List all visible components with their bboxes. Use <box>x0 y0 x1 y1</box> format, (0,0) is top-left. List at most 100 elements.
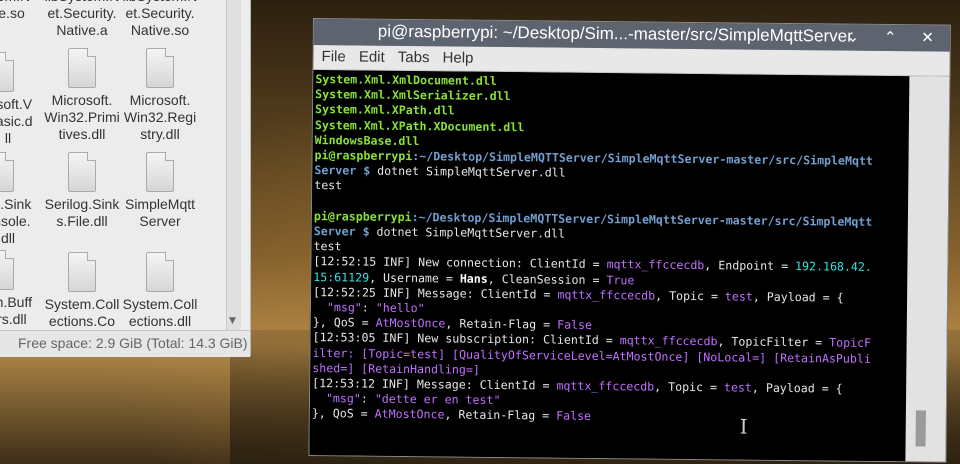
file-label: Serilog.Sink s.File.dll <box>44 196 120 229</box>
file-item[interactable]: em.Buff ers.dll <box>0 250 48 328</box>
menu-file[interactable]: File <box>322 48 346 65</box>
log-text: [12:53:12 INF] Message: ClientId = <box>312 376 557 393</box>
log-text: , Topic = <box>655 288 726 304</box>
file-item[interactable]: System.Coll ections.dll <box>120 252 200 330</box>
log-text: , Payload = { <box>751 380 843 396</box>
command: dotnet SimpleMqttServer.dll <box>370 163 566 180</box>
log-text: , Topic = <box>654 379 725 395</box>
log-value: 192.168.42. <box>795 259 872 275</box>
file-label: System.Coll ections.Co <box>44 296 120 329</box>
prompt-user: pi@raspberrypi <box>314 148 413 164</box>
file-item[interactable]: rosoft.V lBasic.d ll <box>0 52 48 147</box>
output-line: System.Xml.XmlSerializer.dll <box>315 87 511 104</box>
scrollbar-thumb[interactable] <box>915 410 926 447</box>
file-label: rosoft.V lBasic.d ll <box>0 96 33 146</box>
file-grid: stem.N ve.so libSystem.N et.Security. Na… <box>0 0 226 330</box>
terminal-window: pi@raspberrypi: ~/Desktop/Sim...-master/… <box>308 18 951 463</box>
output-line: test <box>313 239 342 254</box>
dll-file-icon <box>68 48 96 88</box>
log-text: : <box>360 391 375 406</box>
file-label: System.Coll ections.dll <box>122 296 198 329</box>
log-text: }, QoS = <box>312 315 376 330</box>
file-label: em.Buff ers.dll <box>0 294 32 327</box>
dll-file-icon <box>68 152 96 192</box>
scroll-down-arrow-icon[interactable]: ▼ <box>229 316 236 326</box>
dll-file-icon <box>146 252 174 292</box>
file-label: libSystem.N et.Security. Native.so <box>123 0 198 38</box>
dll-file-icon <box>0 152 14 192</box>
prompt-path: Server $ <box>314 163 371 178</box>
log-value: mqttx_ffccecdb <box>619 333 718 349</box>
status-bar: Free space: 2.9 GiB (Total: 14.3 GiB) <box>0 330 250 357</box>
menu-edit[interactable]: Edit <box>359 48 385 65</box>
file-manager-scrollbar[interactable]: ▼ <box>226 0 241 330</box>
log-value: mqttx_ffccecdb <box>606 257 705 273</box>
file-item[interactable]: SimpleMqtt Server <box>120 152 200 230</box>
output-line: System.Xml.XPath.dll <box>314 102 455 118</box>
log-text: , Username = <box>369 270 460 286</box>
log-value: shed=] [RetainHandling=] <box>312 360 480 377</box>
log-value: "hello" <box>375 300 425 316</box>
log-value: mqttx_ffccecdb <box>557 287 656 303</box>
output-line: System.Xml.XmlDocument.dll <box>315 72 497 88</box>
file-manager-window: stem.N ve.so libSystem.N et.Security. Na… <box>0 0 251 357</box>
log-value: False <box>557 317 593 333</box>
file-label: stem.N ve.so <box>0 0 30 21</box>
file-label: libSystem.N et.Security. Native.a <box>45 0 120 38</box>
terminal-scrollbar[interactable] <box>905 76 950 462</box>
dll-file-icon <box>0 250 14 290</box>
log-value: test <box>724 289 753 304</box>
file-label: Microsoft. Win32.Regi stry.dll <box>123 92 197 142</box>
log-text: , TopicFilter = <box>717 334 830 350</box>
file-item[interactable]: libSystem.N et.Security. Native.a <box>42 0 122 39</box>
menu-tabs[interactable]: Tabs <box>398 49 430 66</box>
log-text: [12:53:05 INF] New subscription: ClientI… <box>312 330 620 348</box>
log-value: "msg" <box>312 300 362 315</box>
log-value: True <box>606 272 635 288</box>
log-text: , CleanSession = <box>487 271 607 287</box>
command: dotnet SimpleMqttServer.dll <box>369 224 566 241</box>
log-value: "dette er en test" <box>374 391 501 408</box>
dll-file-icon <box>0 52 14 92</box>
log-text: [12:52:25 INF] Message: ClientId = <box>313 284 558 302</box>
output-line: System.Xml.XPath.XDocument.dll <box>314 117 525 134</box>
file-item[interactable]: stem.N ve.so <box>0 0 48 22</box>
window-title: pi@raspberrypi: ~/Desktop/Sim...-master/… <box>377 21 853 46</box>
log-value: AtMostOnce <box>374 407 445 422</box>
free-space-label: Free space: 2.9 GiB (Total: 14.3 GiB) <box>18 335 248 351</box>
window-controls[interactable]: ⌄ ⌃ ✕ <box>846 28 943 47</box>
prompt-path: Server $ <box>313 224 370 239</box>
terminal-text: System.Xml.XmlDocument.dll System.Xml.Xm… <box>312 72 874 428</box>
output-line: test <box>314 178 343 193</box>
file-item[interactable]: Microsoft. Win32.Regi stry.dll <box>120 48 200 143</box>
log-text: , Endpoint = <box>704 258 796 274</box>
log-value: AtMostOnce <box>375 315 446 331</box>
log-value: mqttx_ffccecdb <box>556 378 655 394</box>
log-text: , Payload = { <box>752 289 844 305</box>
file-item[interactable]: libSystem.N et.Security. Native.so <box>120 0 200 39</box>
log-value: Hans <box>459 271 488 286</box>
output-line: WindowsBase.dll <box>314 132 420 148</box>
log-text: [12:52:15 INF] New connection: ClientId … <box>313 254 607 272</box>
file-label: SimpleMqtt Server <box>124 196 196 229</box>
prompt-user: pi@raspberrypi <box>313 208 412 224</box>
log-value: "msg" <box>311 391 361 406</box>
log-text: : <box>361 300 376 315</box>
file-item[interactable]: System.Coll ections.Co <box>42 252 122 330</box>
file-label: Microsoft. Win32.Primi tives.dll <box>44 92 120 142</box>
dll-file-icon <box>146 48 174 88</box>
file-label: og.Sink onsole. dll <box>0 196 32 246</box>
text-cursor-icon: I <box>739 414 748 439</box>
file-item[interactable]: og.Sink onsole. dll <box>0 152 48 247</box>
executable-file-icon <box>146 152 174 192</box>
log-value: False <box>556 409 592 424</box>
file-item[interactable]: Serilog.Sink s.File.dll <box>42 152 122 230</box>
menu-help[interactable]: Help <box>443 49 474 66</box>
terminal-output[interactable]: System.Xml.XmlDocument.dll System.Xml.Xm… <box>309 70 910 462</box>
log-text: }, QoS = <box>311 406 375 422</box>
log-value: TopicF <box>829 335 872 351</box>
dll-file-icon <box>68 252 96 292</box>
log-value: 15:61129 <box>313 269 370 285</box>
log-text: , Retain-Flag = <box>445 316 558 332</box>
file-item[interactable]: Microsoft. Win32.Primi tives.dll <box>42 48 122 143</box>
